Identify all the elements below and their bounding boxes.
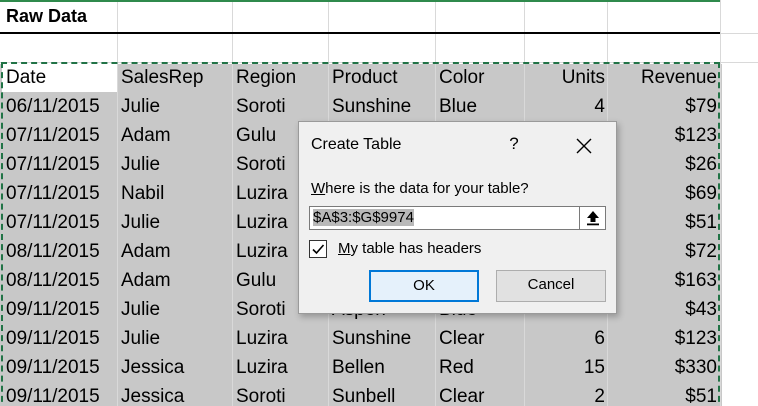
table-cell-salesrep[interactable]: Julie bbox=[121, 324, 231, 353]
checkbox-accelerator: M bbox=[338, 240, 351, 257]
table-cell-product[interactable]: Bellen bbox=[332, 353, 435, 382]
table-cell-region[interactable]: Luzira bbox=[236, 353, 328, 382]
table-cell-salesrep[interactable]: Adam bbox=[121, 266, 231, 295]
range-input-value: $A$3:$G$9974 bbox=[313, 209, 414, 226]
table-cell-units[interactable]: 2 bbox=[528, 382, 605, 406]
headers-checkbox-label[interactable]: My table has headers bbox=[338, 240, 481, 257]
table-cell-color[interactable]: Clear bbox=[439, 382, 524, 406]
table-cell-revenue[interactable]: $79 bbox=[611, 92, 717, 121]
header-cell-region[interactable]: Region bbox=[236, 63, 328, 92]
table-cell-region[interactable]: Luzira bbox=[236, 324, 328, 353]
table-cell-revenue[interactable]: $123 bbox=[611, 121, 717, 150]
close-button[interactable] bbox=[567, 132, 601, 160]
table-cell-date[interactable]: 08/11/2015 bbox=[6, 266, 116, 295]
collapse-dialog-icon bbox=[586, 211, 599, 226]
gridline bbox=[720, 0, 721, 406]
close-icon bbox=[576, 138, 592, 154]
table-cell-salesrep[interactable]: Julie bbox=[121, 208, 231, 237]
ok-button[interactable]: OK bbox=[369, 270, 479, 302]
help-button[interactable]: ? bbox=[499, 134, 529, 158]
table-cell-salesrep[interactable]: Jessica bbox=[121, 382, 231, 406]
header-cell-date[interactable]: Date bbox=[6, 63, 116, 92]
table-cell-revenue[interactable]: $51 bbox=[611, 208, 717, 237]
table-cell-date[interactable]: 08/11/2015 bbox=[6, 237, 116, 266]
table-cell-salesrep[interactable]: Adam bbox=[121, 237, 231, 266]
table-cell-color[interactable]: Red bbox=[439, 353, 524, 382]
collapse-dialog-button[interactable] bbox=[580, 206, 606, 230]
table-cell-date[interactable]: 07/11/2015 bbox=[6, 150, 116, 179]
table-cell-units[interactable]: 15 bbox=[528, 353, 605, 382]
table-cell-product[interactable]: Sunshine bbox=[332, 324, 435, 353]
table-cell-region[interactable]: Soroti bbox=[236, 382, 328, 406]
table-cell-revenue[interactable]: $26 bbox=[611, 150, 717, 179]
table-cell-salesrep[interactable]: Julie bbox=[121, 92, 231, 121]
checkbox-text: y table has headers bbox=[350, 240, 482, 257]
table-cell-units[interactable]: 4 bbox=[528, 92, 605, 121]
table-cell-date[interactable]: 07/11/2015 bbox=[6, 208, 116, 237]
table-cell-salesrep[interactable]: Adam bbox=[121, 121, 231, 150]
range-prompt-label: Where is the data for your table? bbox=[311, 180, 529, 197]
header-cell-product[interactable]: Product bbox=[332, 63, 435, 92]
range-input[interactable]: $A$3:$G$9974 bbox=[309, 206, 580, 230]
table-cell-salesrep[interactable]: Julie bbox=[121, 150, 231, 179]
table-cell-product[interactable]: Sunshine bbox=[332, 92, 435, 121]
table-cell-revenue[interactable]: $43 bbox=[611, 295, 717, 324]
table-cell-revenue[interactable]: $72 bbox=[611, 237, 717, 266]
gridline bbox=[117, 0, 118, 406]
table-cell-revenue[interactable]: $69 bbox=[611, 179, 717, 208]
table-cell-revenue[interactable]: $330 bbox=[611, 353, 717, 382]
table-cell-color[interactable]: Blue bbox=[439, 92, 524, 121]
table-cell-units[interactable]: 6 bbox=[528, 324, 605, 353]
table-cell-salesrep[interactable]: Julie bbox=[121, 295, 231, 324]
create-table-dialog[interactable]: Create Table ? Where is the data for you… bbox=[298, 121, 617, 314]
title-underline bbox=[0, 32, 720, 34]
table-cell-date[interactable]: 07/11/2015 bbox=[6, 179, 116, 208]
gridline bbox=[232, 0, 233, 406]
prompt-text: here is the data for your table? bbox=[325, 180, 529, 197]
table-cell-color[interactable]: Clear bbox=[439, 324, 524, 353]
cancel-button[interactable]: Cancel bbox=[496, 270, 606, 302]
table-cell-salesrep[interactable]: Jessica bbox=[121, 353, 231, 382]
header-cell-color[interactable]: Color bbox=[439, 63, 524, 92]
table-cell-date[interactable]: 09/11/2015 bbox=[6, 353, 116, 382]
table-cell-date[interactable]: 06/11/2015 bbox=[6, 92, 116, 121]
table-cell-date[interactable]: 07/11/2015 bbox=[6, 121, 116, 150]
sheet-title[interactable]: Raw Data bbox=[6, 6, 87, 27]
checkmark-icon bbox=[312, 244, 325, 255]
table-cell-revenue[interactable]: $163 bbox=[611, 266, 717, 295]
table-cell-date[interactable]: 09/11/2015 bbox=[6, 324, 116, 353]
table-cell-date[interactable]: 09/11/2015 bbox=[6, 295, 116, 324]
table-cell-revenue[interactable]: $123 bbox=[611, 324, 717, 353]
table-cell-date[interactable]: 09/11/2015 bbox=[6, 382, 116, 406]
prompt-accelerator: W bbox=[311, 180, 326, 197]
top-selection-edge bbox=[0, 0, 720, 2]
header-cell-units[interactable]: Units bbox=[528, 63, 605, 92]
table-cell-product[interactable]: Sunbell bbox=[332, 382, 435, 406]
table-cell-salesrep[interactable]: Nabil bbox=[121, 179, 231, 208]
header-cell-revenue[interactable]: Revenue bbox=[611, 63, 717, 92]
header-cell-salesrep[interactable]: SalesRep bbox=[121, 63, 231, 92]
dialog-title: Create Table bbox=[311, 136, 402, 153]
headers-checkbox[interactable] bbox=[309, 240, 327, 258]
table-cell-revenue[interactable]: $51 bbox=[611, 382, 717, 406]
table-cell-region[interactable]: Soroti bbox=[236, 92, 328, 121]
